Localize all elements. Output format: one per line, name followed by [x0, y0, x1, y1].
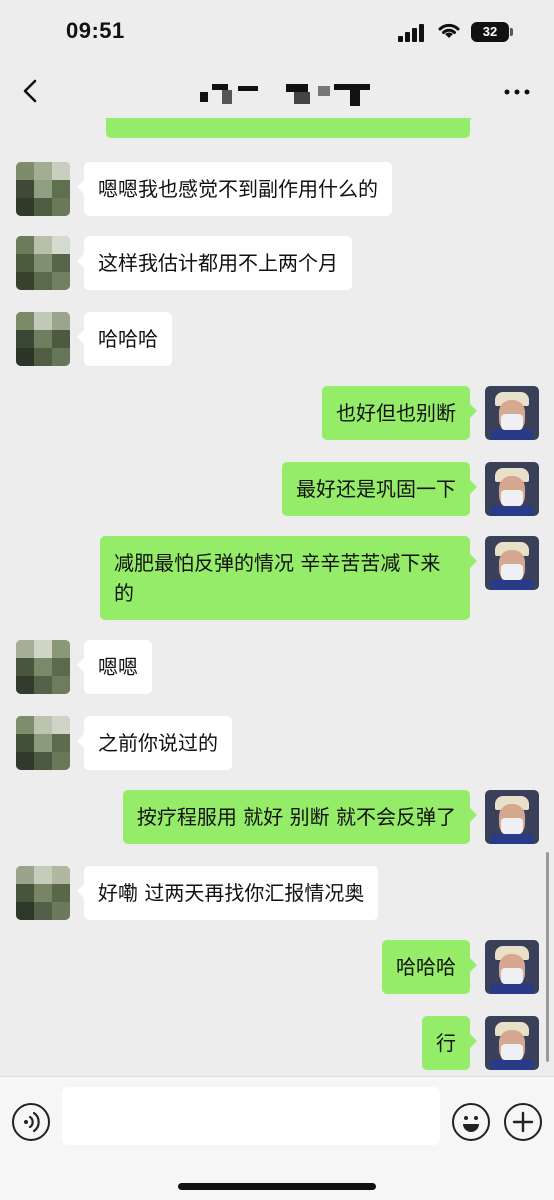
status-bar: 09:51 32: [0, 0, 554, 62]
contact-avatar[interactable]: [16, 236, 70, 290]
battery-icon: 32: [471, 22, 509, 42]
chat-title-redacted: [200, 82, 372, 106]
cellular-signal-icon: [398, 24, 426, 42]
message-bubble[interactable]: 嗯嗯我也感觉不到副作用什么的: [77, 162, 392, 216]
message-bubble[interactable]: 最好还是巩固一下: [282, 462, 477, 516]
my-avatar[interactable]: [485, 1016, 539, 1070]
home-indicator[interactable]: [178, 1183, 376, 1190]
message-bubble[interactable]: 减肥最怕反弹的情况 辛辛苦苦减下来的: [100, 536, 477, 620]
plus-icon[interactable]: [504, 1103, 542, 1141]
more-dots-icon[interactable]: [502, 82, 532, 102]
message-bubble[interactable]: 之前你说过的: [77, 716, 232, 770]
chevron-left-icon[interactable]: [16, 76, 46, 106]
my-avatar[interactable]: [485, 790, 539, 844]
contact-avatar[interactable]: [16, 716, 70, 770]
partial-message-bubble: [106, 118, 477, 138]
my-avatar[interactable]: [485, 536, 539, 590]
emoji-icon[interactable]: [452, 1103, 490, 1141]
message-bubble[interactable]: 行: [422, 1016, 477, 1070]
message-list[interactable]: 嗯嗯我也感觉不到副作用什么的 这样我估计都用不上两个月 哈哈哈 也好但也别断 最…: [0, 118, 554, 1076]
contact-avatar[interactable]: [16, 866, 70, 920]
wifi-icon: [438, 23, 460, 38]
my-avatar[interactable]: [485, 462, 539, 516]
battery-tip: [510, 28, 513, 36]
my-avatar[interactable]: [485, 386, 539, 440]
input-bar: [0, 1076, 554, 1200]
message-bubble[interactable]: 好嘞 过两天再找你汇报情况奥: [76, 866, 379, 920]
my-avatar[interactable]: [485, 940, 539, 994]
message-bubble[interactable]: 也好但也别断: [322, 386, 477, 440]
contact-avatar[interactable]: [16, 312, 70, 366]
message-bubble[interactable]: 这样我估计都用不上两个月: [77, 236, 352, 290]
contact-avatar[interactable]: [16, 162, 70, 216]
voice-icon[interactable]: [12, 1103, 50, 1141]
message-bubble[interactable]: 按疗程服用 就好 别断 就不会反弹了: [122, 790, 478, 844]
message-input[interactable]: [62, 1087, 440, 1145]
scrollbar[interactable]: [546, 852, 549, 1062]
contact-avatar[interactable]: [16, 640, 70, 694]
message-bubble[interactable]: 嗯嗯: [77, 640, 152, 694]
message-bubble[interactable]: 哈哈哈: [382, 940, 477, 994]
message-bubble[interactable]: 哈哈哈: [77, 312, 172, 366]
chat-header: [0, 62, 554, 124]
status-time: 09:51: [66, 18, 125, 43]
